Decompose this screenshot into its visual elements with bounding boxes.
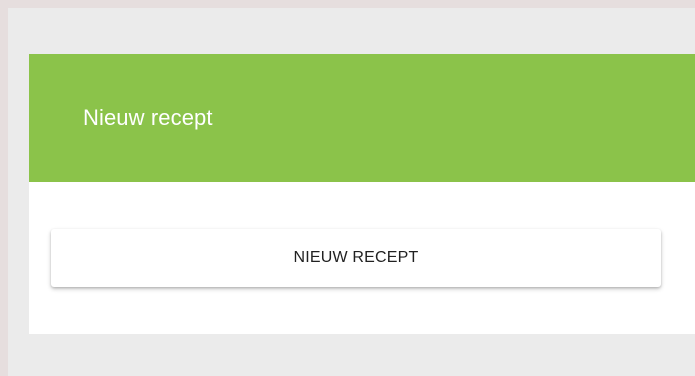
new-recipe-button[interactable]: NIEUW RECEPT	[51, 229, 661, 287]
page-area: Nieuw recept NIEUW RECEPT	[8, 8, 695, 376]
card-title: Nieuw recept	[83, 105, 213, 130]
card-header: Nieuw recept	[29, 54, 695, 182]
card-body: NIEUW RECEPT	[29, 182, 695, 334]
new-recipe-card: Nieuw recept NIEUW RECEPT	[29, 54, 695, 334]
